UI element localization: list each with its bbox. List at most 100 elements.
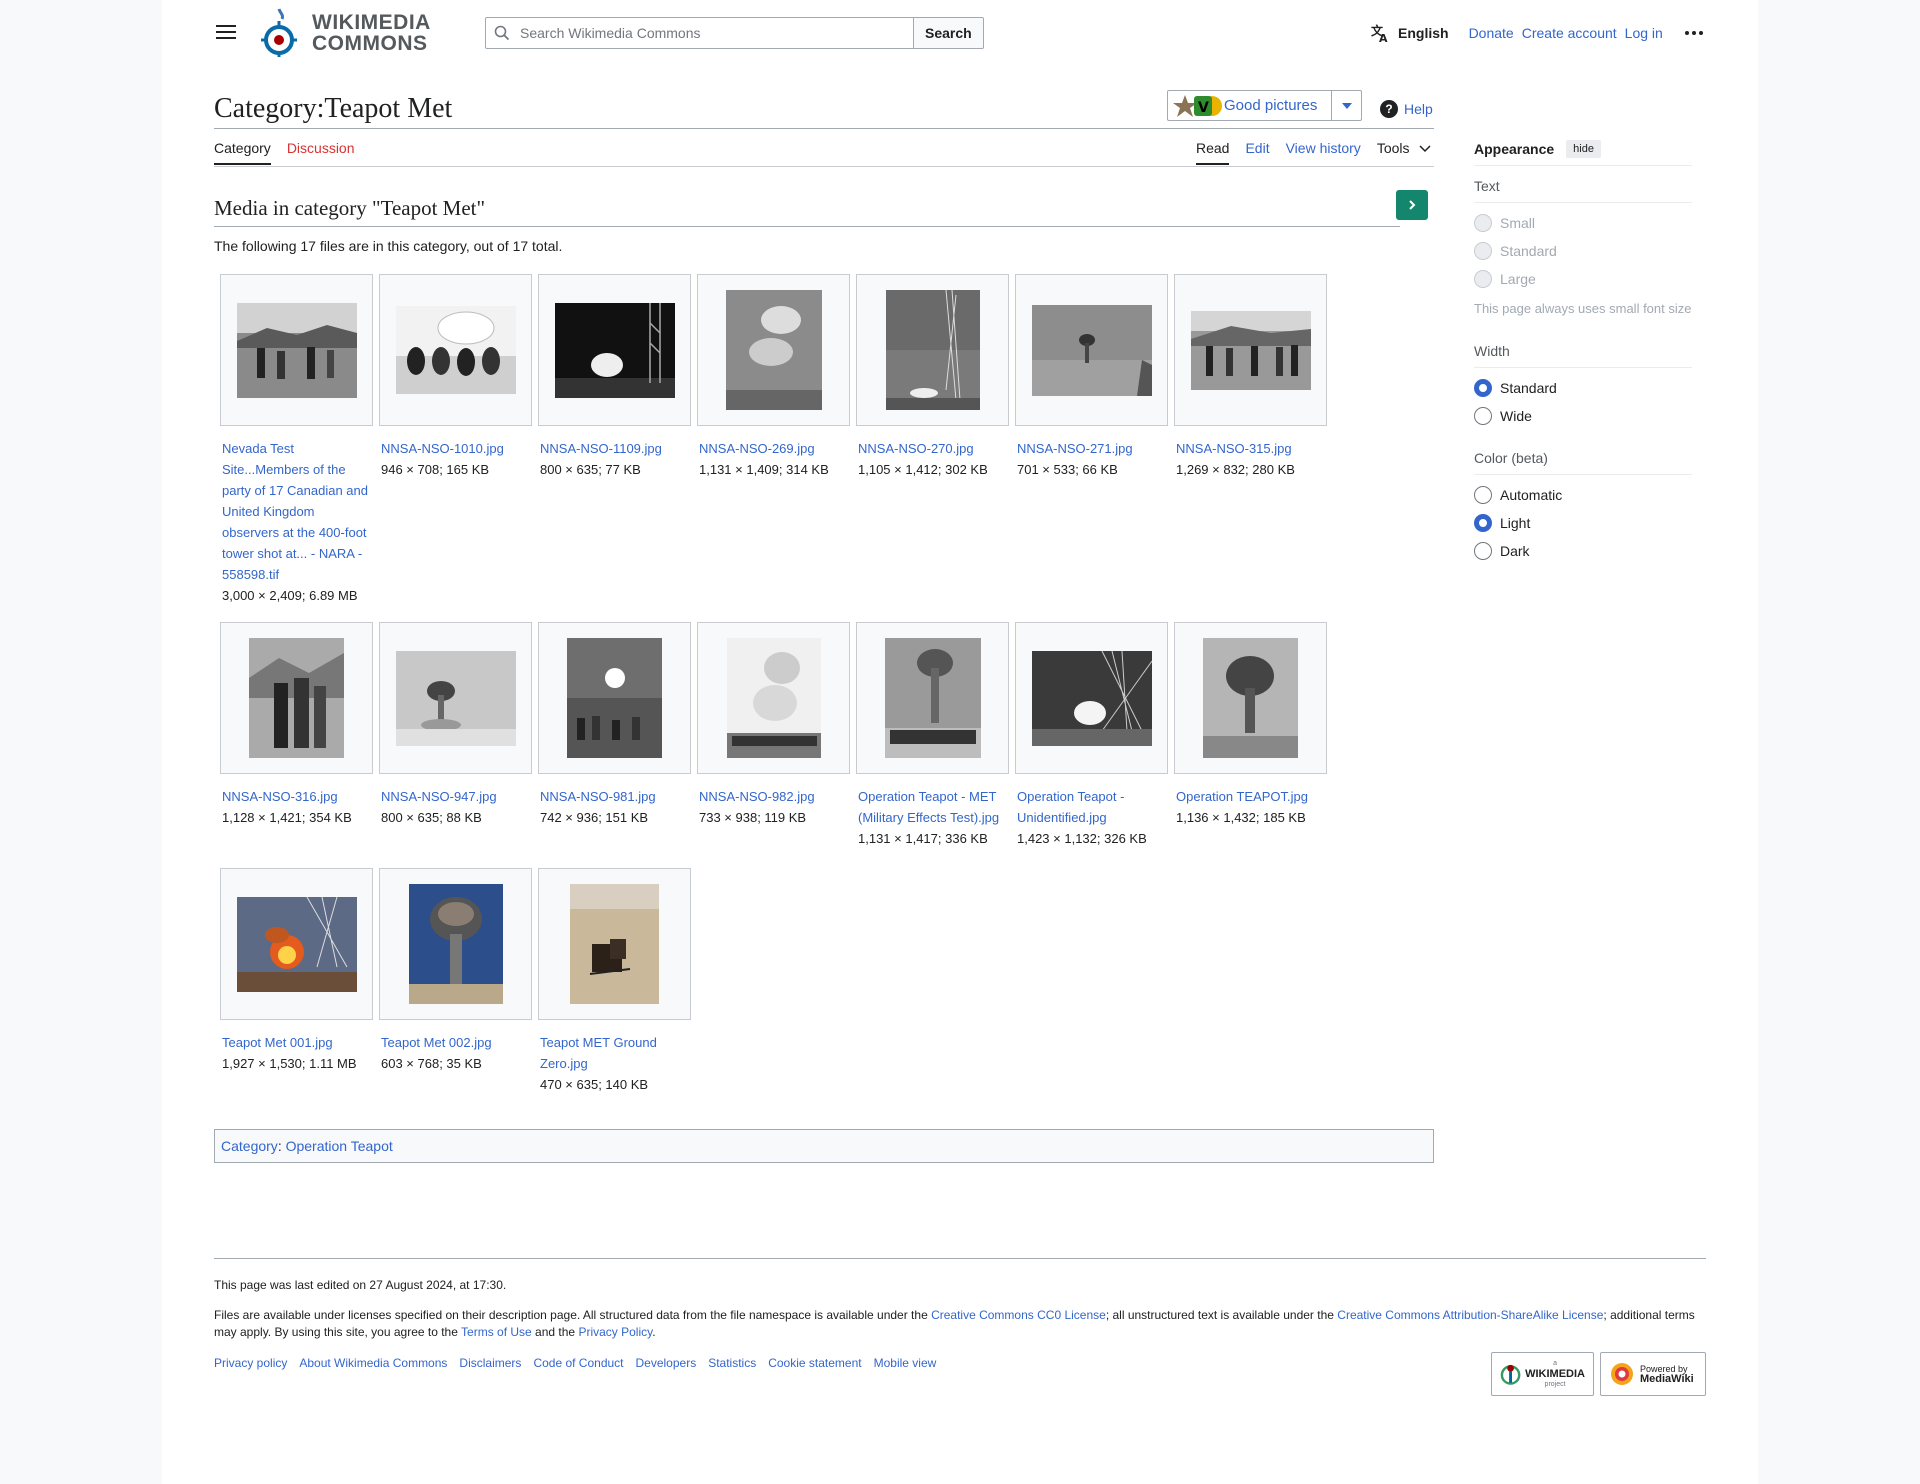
thumbnail[interactable] — [1015, 274, 1168, 426]
thumbnail[interactable] — [697, 622, 850, 774]
thumbnail[interactable] — [379, 274, 532, 426]
file-name-link[interactable]: Nevada Test Site...Members of the party … — [222, 438, 368, 585]
gallery-item: Operation Teapot - MET (Military Effects… — [856, 622, 1015, 868]
log-in-link[interactable]: Log in — [1625, 25, 1663, 41]
license-text-part: and the — [531, 1325, 579, 1339]
help-label: Help — [1404, 101, 1433, 117]
file-name-link[interactable]: NNSA-NSO-1109.jpg — [540, 438, 686, 459]
search-button[interactable]: Search — [914, 17, 984, 49]
file-name-link[interactable]: NNSA-NSO-271.jpg — [1017, 438, 1163, 459]
category-link-operation-teapot[interactable]: Operation Teapot — [286, 1138, 393, 1154]
thumbnail[interactable] — [220, 622, 373, 774]
file-name-link[interactable]: NNSA-NSO-982.jpg — [699, 786, 845, 807]
create-account-link[interactable]: Create account — [1522, 25, 1617, 41]
footer-link-privacy-policy[interactable]: Privacy policy — [214, 1356, 287, 1370]
site-logo[interactable]: WIKIMEDIA COMMONS — [258, 6, 431, 60]
thumbnail[interactable] — [1174, 274, 1327, 426]
language-selector[interactable]: 文 A English — [1370, 23, 1449, 43]
tab-edit[interactable]: Edit — [1245, 140, 1269, 165]
cc0-license-link[interactable]: Creative Commons CC0 License — [931, 1308, 1106, 1322]
footer-link-developers[interactable]: Developers — [636, 1356, 697, 1370]
text-size-large-option[interactable]: Large — [1474, 265, 1692, 293]
badge-sub-text: project — [1544, 1380, 1566, 1388]
radio-color-automatic[interactable] — [1474, 486, 1492, 504]
section-divider — [214, 226, 1400, 227]
thumbnail[interactable] — [220, 274, 373, 426]
width-standard-option[interactable]: Standard — [1474, 374, 1692, 402]
help-link[interactable]: ? Help — [1380, 100, 1433, 118]
footer-link-statistics[interactable]: Statistics — [708, 1356, 756, 1370]
gallery-row: NNSA-NSO-316.jpg 1,128 × 1,421; 354 KB NN… — [220, 622, 1360, 868]
footer-link-cookie-statement[interactable]: Cookie statement — [768, 1356, 861, 1370]
section-title: Media in category "Teapot Met" — [214, 196, 486, 220]
commons-logo-icon — [261, 8, 297, 57]
thumbnail[interactable] — [1174, 622, 1327, 774]
thumbnail[interactable] — [379, 868, 532, 1020]
radio-color-light[interactable] — [1474, 514, 1492, 532]
radio-width-wide[interactable] — [1474, 407, 1492, 425]
file-name-link[interactable]: NNSA-NSO-269.jpg — [699, 438, 845, 459]
thumbnail[interactable] — [1015, 622, 1168, 774]
search-input[interactable] — [518, 24, 898, 42]
file-meta: 3,000 × 2,409; 6.89 MB — [222, 588, 358, 603]
thumbnail[interactable] — [538, 622, 691, 774]
categories-label-link[interactable]: Category — [221, 1138, 278, 1154]
more-options-icon[interactable] — [1684, 31, 1703, 35]
file-name-link[interactable]: NNSA-NSO-316.jpg — [222, 786, 368, 807]
file-name-link[interactable]: Operation Teapot - MET (Military Effects… — [858, 786, 1004, 828]
footer-link-mobile-view[interactable]: Mobile view — [874, 1356, 937, 1370]
radio-standard[interactable] — [1474, 242, 1492, 260]
tab-read[interactable]: Read — [1196, 140, 1230, 165]
file-name-link[interactable]: NNSA-NSO-270.jpg — [858, 438, 1004, 459]
color-dark-option[interactable]: Dark — [1474, 537, 1692, 565]
file-name-link[interactable]: Teapot Met 001.jpg — [222, 1032, 368, 1053]
wikimedia-project-badge[interactable]: a WIKIMEDIA project — [1491, 1352, 1594, 1396]
file-name-link[interactable]: Teapot MET Ground Zero.jpg — [540, 1032, 686, 1074]
next-page-button[interactable] — [1396, 190, 1428, 220]
thumbnail[interactable] — [538, 274, 691, 426]
thumbnail[interactable] — [220, 868, 373, 1020]
good-pictures-dropdown[interactable] — [1331, 91, 1361, 120]
thumbnail[interactable] — [697, 274, 850, 426]
tab-view-history[interactable]: View history — [1286, 140, 1361, 165]
thumbnail[interactable] — [856, 622, 1009, 774]
color-automatic-option[interactable]: Automatic — [1474, 481, 1692, 509]
width-wide-option[interactable]: Wide — [1474, 402, 1692, 430]
tab-discussion[interactable]: Discussion — [287, 140, 355, 165]
powered-by-mediawiki-badge[interactable]: Powered by MediaWiki — [1600, 1352, 1706, 1396]
file-name-link[interactable]: Operation Teapot - Unidentified.jpg — [1017, 786, 1163, 828]
thumbnail[interactable] — [856, 274, 1009, 426]
good-pictures-button[interactable]: V Good pictures — [1168, 91, 1331, 120]
cc-by-sa-license-link[interactable]: Creative Commons Attribution-ShareAlike … — [1337, 1308, 1603, 1322]
appearance-title: Appearance — [1474, 140, 1555, 157]
tab-category[interactable]: Category — [214, 140, 271, 165]
file-name-link[interactable]: Operation TEAPOT.jpg — [1176, 786, 1322, 807]
logo-line-1: WIKIMEDIA — [312, 11, 431, 34]
color-light-option[interactable]: Light — [1474, 509, 1692, 537]
footer-link-disclaimers[interactable]: Disclaimers — [459, 1356, 521, 1370]
terms-of-use-link[interactable]: Terms of Use — [461, 1325, 532, 1339]
file-name-link[interactable]: Teapot Met 002.jpg — [381, 1032, 527, 1053]
footer-link-code-of-conduct[interactable]: Code of Conduct — [533, 1356, 623, 1370]
tools-menu[interactable]: Tools — [1377, 140, 1432, 165]
thumbnail[interactable] — [538, 868, 691, 1020]
appearance-hide-button[interactable]: hide — [1566, 139, 1601, 158]
text-size-standard-option[interactable]: Standard — [1474, 237, 1692, 265]
radio-width-standard[interactable] — [1474, 379, 1492, 397]
radio-small[interactable] — [1474, 214, 1492, 232]
text-size-small-option[interactable]: Small — [1474, 209, 1692, 237]
file-name-link[interactable]: NNSA-NSO-981.jpg — [540, 786, 686, 807]
file-name-link[interactable]: NNSA-NSO-947.jpg — [381, 786, 527, 807]
radio-large[interactable] — [1474, 270, 1492, 288]
footer-link-about[interactable]: About Wikimedia Commons — [299, 1356, 447, 1370]
thumbnail[interactable] — [379, 622, 532, 774]
file-name-link[interactable]: NNSA-NSO-1010.jpg — [381, 438, 527, 459]
privacy-policy-inline-link[interactable]: Privacy Policy — [578, 1325, 652, 1339]
donate-link[interactable]: Donate — [1469, 25, 1514, 41]
file-meta: 800 × 635; 88 KB — [381, 810, 482, 825]
good-pictures-label: Good pictures — [1224, 97, 1318, 114]
file-name-link[interactable]: NNSA-NSO-315.jpg — [1176, 438, 1322, 459]
radio-color-dark[interactable] — [1474, 542, 1492, 560]
main-menu-icon[interactable] — [214, 22, 238, 46]
language-label: English — [1398, 25, 1449, 41]
